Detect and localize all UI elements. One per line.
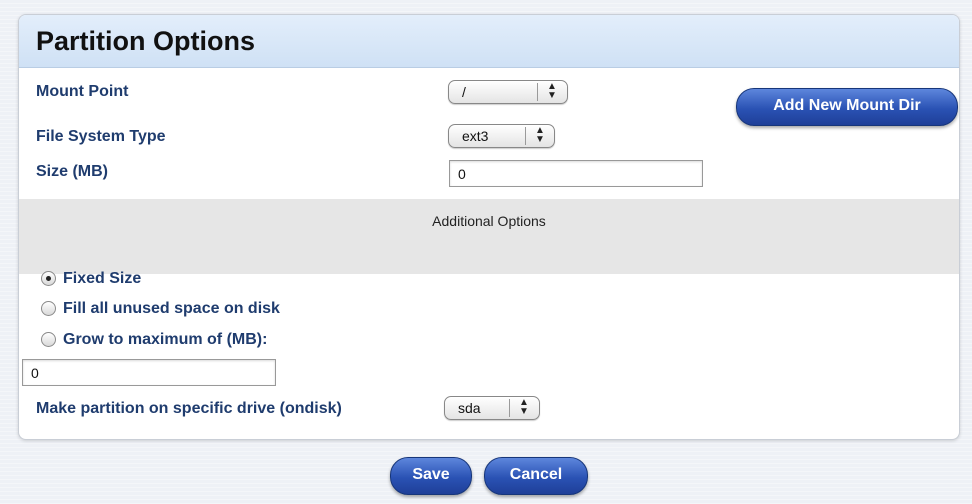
fs-type-label: File System Type [36,128,166,145]
radio-unselected-icon[interactable] [41,332,56,347]
radio-label: Fixed Size [63,270,142,287]
select-arrows-icon: ▲ ▼ [547,81,557,101]
mount-point-select[interactable]: / ▲ ▼ [448,80,568,104]
partition-options-panel: Partition Options Mount Point / ▲ ▼ Add N… [18,14,960,440]
grow-max-input[interactable]: 0 [22,359,276,386]
ondisk-label: Make partition on specific drive (ondisk… [36,400,342,417]
fs-type-select[interactable]: ext3 ▲ ▼ [448,124,555,148]
additional-options-section: Additional Options [19,199,959,274]
panel-title: Partition Options [36,26,255,56]
mount-point-label: Mount Point [36,83,129,100]
add-new-mount-dir-button[interactable]: Add New Mount Dir [736,88,958,126]
radio-label: Grow to maximum of (MB): [63,331,268,348]
size-label: Size (MB) [36,163,108,180]
mount-point-value: / [462,84,466,100]
select-arrows-icon: ▲ ▼ [535,125,545,145]
cancel-button[interactable]: Cancel [484,457,588,495]
panel-header: Partition Options [19,15,959,68]
radio-selected-icon[interactable] [41,271,56,286]
select-arrows-icon: ▲ ▼ [519,397,529,417]
ondisk-value: sda [458,400,481,416]
size-input[interactable]: 0 [449,160,703,187]
fs-type-value: ext3 [462,128,489,144]
additional-options-label: Additional Options [432,213,546,229]
radio-label: Fill all unused space on disk [63,300,280,317]
radio-unselected-icon[interactable] [41,301,56,316]
save-button[interactable]: Save [390,457,472,495]
ondisk-select[interactable]: sda ▲ ▼ [444,396,540,420]
